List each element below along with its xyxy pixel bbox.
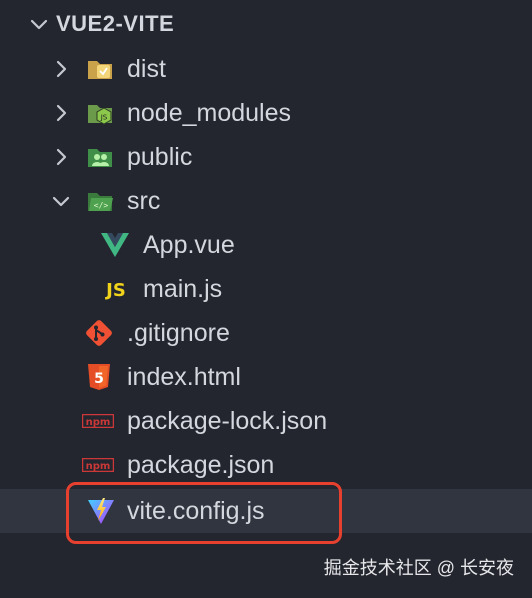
tree-item-main-js[interactable]: JS main.js [0, 267, 532, 311]
js-badge-text: JS [104, 280, 126, 301]
js-file-icon: JS [100, 274, 132, 304]
tree-item-index-html[interactable]: 5 index.html [0, 355, 532, 399]
explorer-root-vue2-vite[interactable]: VUE2-VITE [0, 2, 532, 46]
chevron-down-icon[interactable] [24, 9, 54, 39]
tree-item-label: package.json [127, 450, 275, 479]
tree-item-package-lock-json[interactable]: npm package-lock.json [0, 399, 532, 443]
tree-item-label: main.js [143, 274, 223, 303]
tree-item-label: package-lock.json [127, 406, 328, 435]
html-file-icon: 5 [84, 362, 114, 392]
npm-badge-text: npm [86, 417, 111, 428]
chevron-right-icon[interactable] [46, 98, 76, 128]
tree-item-label: index.html [127, 362, 241, 391]
tree-item-src[interactable]: </> src [0, 179, 532, 223]
highlight-annotation-box [66, 482, 342, 544]
tree-item-label: dist [127, 54, 166, 83]
git-file-icon [84, 318, 114, 348]
chevron-right-icon[interactable] [46, 142, 76, 172]
tree-item-gitignore[interactable]: .gitignore [0, 311, 532, 355]
html-badge-text: 5 [94, 371, 104, 387]
file-explorer: VUE2-VITE dist JS node_modules public </… [0, 0, 532, 598]
tree-item-label: public [127, 142, 193, 171]
src-folder-icon: </> [85, 186, 115, 216]
tree-item-label: .gitignore [127, 318, 230, 347]
tree-item-label: src [127, 186, 161, 215]
node-modules-folder-icon: JS [85, 98, 115, 128]
chevron-right-icon[interactable] [46, 54, 76, 84]
svg-text:JS: JS [100, 114, 108, 122]
npm-file-icon: npm [82, 450, 114, 480]
tree-item-app-vue[interactable]: App.vue [0, 223, 532, 267]
explorer-root-label: VUE2-VITE [56, 11, 175, 36]
tree-item-dist[interactable]: dist [0, 47, 532, 91]
npm-badge-text: npm [86, 461, 111, 472]
vue-file-icon [100, 230, 130, 260]
tree-item-label: node_modules [127, 98, 292, 127]
tree-item-label: App.vue [143, 230, 235, 259]
public-folder-icon [85, 142, 115, 172]
tree-item-public[interactable]: public [0, 135, 532, 179]
tree-item-package-json[interactable]: npm package.json [0, 443, 532, 487]
tree-item-node-modules[interactable]: JS node_modules [0, 91, 532, 135]
svg-text:</>: </> [94, 201, 109, 210]
chevron-down-icon[interactable] [46, 186, 76, 216]
watermark-text: 掘金技术社区 @ 长安夜 [323, 558, 514, 578]
dist-folder-icon [85, 54, 115, 84]
npm-file-icon: npm [82, 406, 114, 436]
